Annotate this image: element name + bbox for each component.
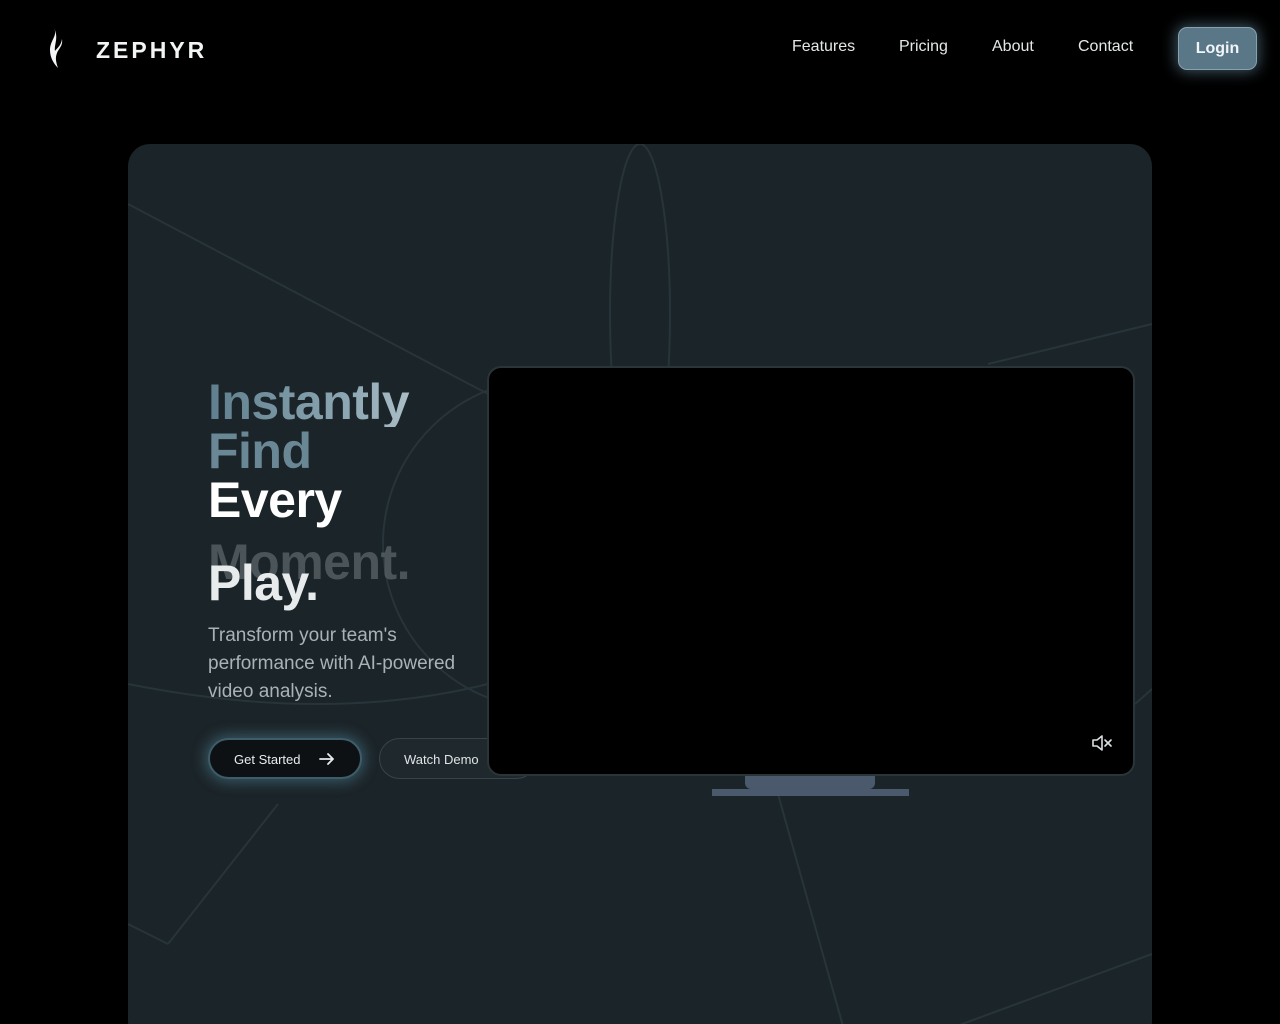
video-player[interactable] (487, 366, 1135, 776)
headline-word-1: Instantly (208, 377, 468, 427)
arrow-right-icon (319, 753, 334, 765)
headline-word-2: Find (208, 423, 312, 479)
get-started-button[interactable]: Get Started (208, 738, 362, 779)
brand-name[interactable]: ZEPHYR (96, 37, 207, 64)
nav-link-contact[interactable]: Contact (1078, 38, 1133, 56)
monitor-stand-base (712, 789, 909, 796)
nav-link-features[interactable]: Features (792, 38, 855, 56)
watch-demo-label: Watch Demo (404, 752, 479, 767)
rotating-word-incoming: Play. (208, 555, 319, 611)
get-started-label: Get Started (234, 752, 301, 767)
nav-link-about[interactable]: About (992, 38, 1034, 56)
flame-icon[interactable] (44, 26, 68, 70)
login-button[interactable]: Login (1178, 27, 1257, 70)
volume-muted-icon[interactable] (1091, 734, 1113, 752)
hero-headline: Instantly Find Every (208, 377, 468, 528)
nav-link-pricing[interactable]: Pricing (899, 38, 948, 56)
top-navigation: ZEPHYR Features Pricing About Contact Lo… (0, 0, 1280, 96)
headline-word-3: Every (208, 472, 342, 528)
monitor-stand-neck (745, 776, 875, 789)
hero-card: Instantly Find Every Moment. Play. Trans… (128, 144, 1152, 1024)
hero-subtitle: Transform your team's performance with A… (208, 625, 456, 702)
